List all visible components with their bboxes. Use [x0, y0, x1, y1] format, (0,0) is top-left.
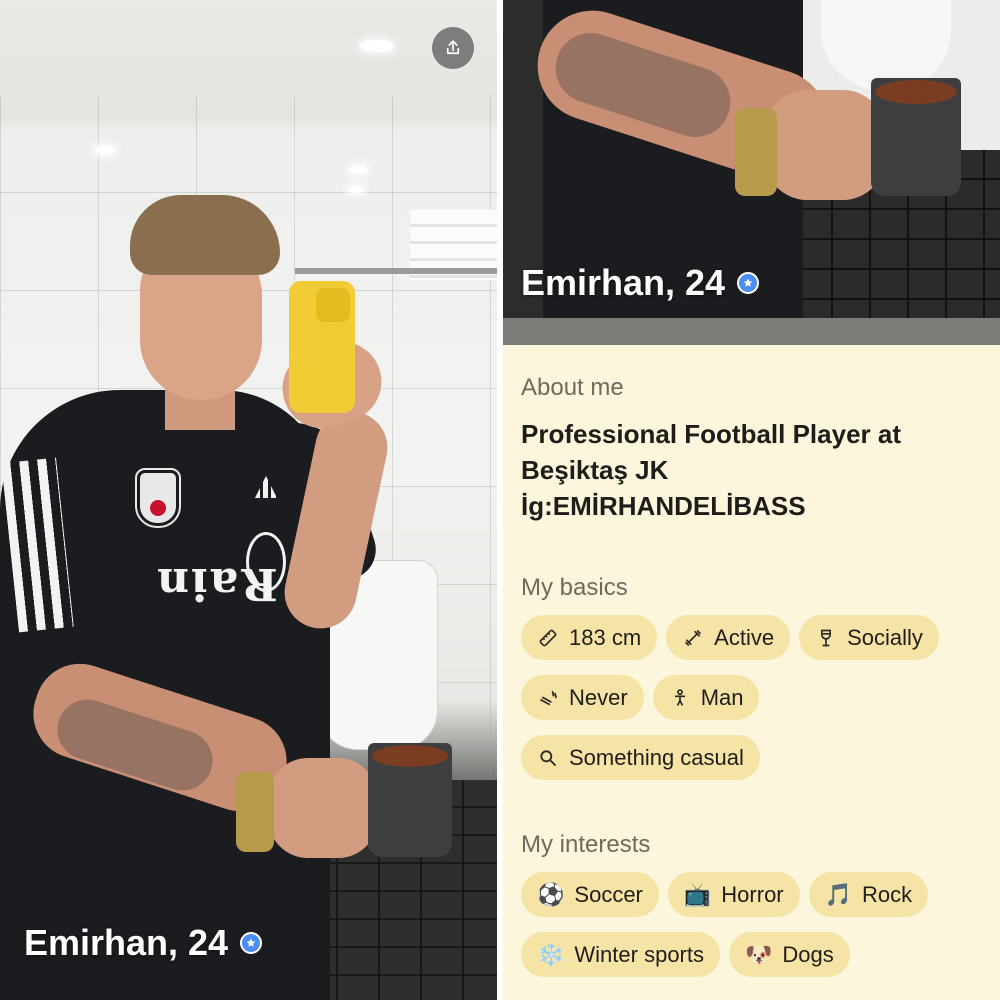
- basic-chip-looking-for[interactable]: Something casual: [521, 735, 760, 780]
- interest-chip-winter-sports[interactable]: ❄️ Winter sports: [521, 932, 720, 977]
- television-icon: 📺: [683, 881, 712, 907]
- person-icon: [669, 687, 691, 709]
- interests-chips: ⚽ Soccer 📺 Horror 🎵 Rock ❄️ Winter sport…: [521, 872, 991, 977]
- verified-badge-icon[interactable]: [240, 932, 263, 954]
- soccer-ball-icon: ⚽: [537, 881, 565, 907]
- profile-details-panel[interactable]: Emirhan, 24 About me Professional Footba…: [503, 0, 1000, 1000]
- basic-chip-label: Socially: [847, 624, 923, 650]
- profile-name-age: Emirhan, 24: [521, 262, 726, 303]
- snowflake-icon: ❄️: [537, 941, 565, 967]
- basic-chip-activity[interactable]: Active: [666, 615, 791, 660]
- dog-face-icon: 🐶: [745, 941, 773, 967]
- basic-chip-label: Active: [714, 624, 775, 650]
- basic-chip-height[interactable]: 183 cm: [521, 615, 658, 660]
- basic-chip-label: 183 cm: [569, 624, 642, 650]
- basic-chip-label: Never: [569, 684, 628, 710]
- hand: [268, 758, 378, 858]
- person: Rain: [0, 0, 497, 1000]
- basics-chips: 183 cm Active Socially Never Man Somethi…: [521, 615, 991, 780]
- verified-badge-icon[interactable]: [737, 272, 760, 294]
- interest-chip-soccer[interactable]: ⚽ Soccer: [521, 872, 659, 917]
- music-note-icon: 🎵: [824, 881, 853, 907]
- share-icon: [446, 40, 460, 55]
- mug-coffee: [372, 745, 448, 767]
- about-line: Beşiktaş JK: [521, 455, 669, 485]
- interest-chip-horror[interactable]: 📺 Horror: [667, 872, 800, 917]
- basic-chip-gender[interactable]: Man: [652, 675, 760, 720]
- watch: [236, 772, 274, 852]
- hair: [130, 195, 280, 275]
- counter: [503, 318, 1000, 345]
- basic-chip-smoking[interactable]: Never: [521, 675, 644, 720]
- smoking-icon: [537, 687, 559, 709]
- mug-coffee: [875, 80, 957, 104]
- about-title: About me: [521, 374, 624, 401]
- share-button[interactable]: [432, 27, 474, 69]
- sponsor-logo: [246, 532, 286, 592]
- crest-flag: [150, 500, 166, 516]
- watch: [735, 108, 777, 196]
- about-text: Professional Football Player at Beşiktaş…: [521, 416, 981, 524]
- interest-chip-label: Winter sports: [574, 941, 704, 967]
- hand: [765, 90, 885, 200]
- profile-name-overlay: Emirhan, 24: [521, 262, 760, 304]
- magnifier-icon: [537, 747, 559, 769]
- profile-photo-crop[interactable]: Emirhan, 24: [503, 0, 1000, 345]
- ruler-icon: [537, 627, 559, 649]
- phone-camera: [316, 288, 350, 322]
- interest-chip-rock[interactable]: 🎵 Rock: [808, 872, 929, 917]
- club-crest: [135, 468, 181, 528]
- basics-title: My basics: [521, 574, 628, 601]
- interest-chip-label: Rock: [862, 881, 913, 907]
- about-line: İg:EMİRHANDELİBASS: [521, 491, 806, 521]
- profile-name-overlay: Emirhan, 24: [24, 922, 263, 964]
- interest-chip-dogs[interactable]: 🐶 Dogs: [729, 932, 850, 977]
- about-line: Professional Football Player at: [521, 419, 901, 449]
- wine-glass-icon: [815, 627, 837, 649]
- profile-photo-main[interactable]: Rain Emirhan, 24: [0, 0, 497, 1000]
- basic-chip-drinking[interactable]: Socially: [799, 615, 939, 660]
- interest-chip-label: Horror: [721, 881, 784, 907]
- interest-chip-label: Soccer: [574, 881, 643, 907]
- dumbbell-icon: [682, 627, 704, 649]
- basic-chip-label: Something casual: [569, 744, 744, 770]
- interests-title: My interests: [521, 831, 651, 858]
- interest-chip-label: Dogs: [782, 941, 834, 967]
- profile-name-age: Emirhan, 24: [24, 922, 229, 963]
- basic-chip-label: Man: [700, 684, 744, 710]
